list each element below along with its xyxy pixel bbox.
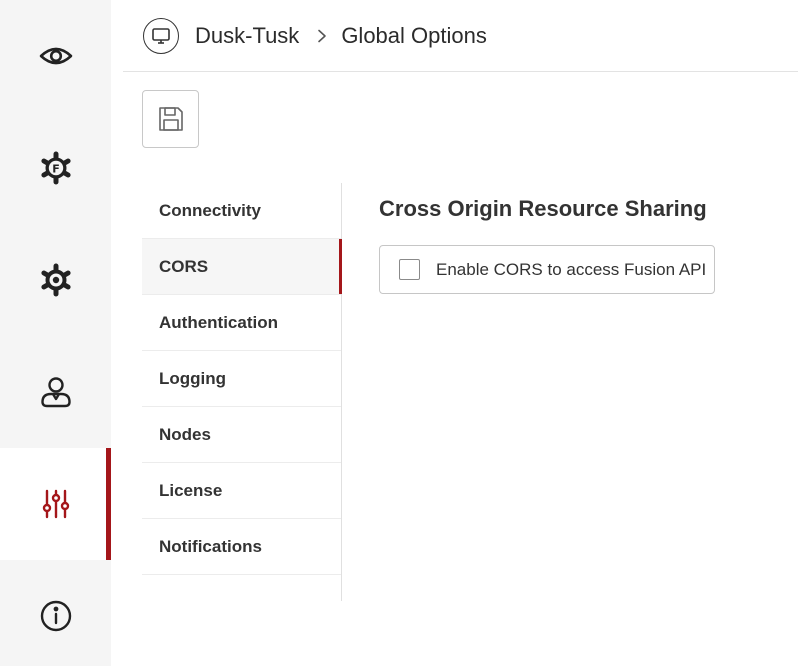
- page-title: Global Options: [341, 22, 487, 48]
- save-button[interactable]: [142, 90, 199, 148]
- settings-nav-item-license[interactable]: License: [142, 463, 341, 519]
- breadcrumb-separator: [317, 29, 327, 43]
- rail-item-users[interactable]: [0, 336, 111, 448]
- rail-item-info[interactable]: [0, 560, 111, 666]
- rail-item-global-options[interactable]: [0, 448, 111, 560]
- breadcrumb-app-name[interactable]: Dusk-Tusk: [195, 23, 299, 49]
- settings-nav-item-cors[interactable]: CORS: [142, 239, 342, 295]
- floppy-disk-icon: [158, 107, 183, 131]
- settings-nav-item-connectivity[interactable]: Connectivity: [142, 183, 341, 239]
- cors-enable-checkbox[interactable]: [399, 259, 420, 280]
- monitor-icon: [152, 27, 170, 44]
- gear-icon: [40, 263, 71, 297]
- rail-item-settings[interactable]: [0, 224, 111, 336]
- settings-nav-item-logging[interactable]: Logging: [142, 351, 341, 407]
- info-icon: [40, 600, 71, 632]
- icon-rail: F: [0, 0, 111, 666]
- breadcrumb: Dusk-Tusk Global Options: [123, 0, 798, 72]
- rail-item-overview[interactable]: [0, 0, 111, 112]
- eye-icon: [39, 47, 72, 65]
- app-avatar[interactable]: [143, 17, 179, 54]
- cors-enable-option[interactable]: Enable CORS to access Fusion API: [379, 245, 715, 294]
- sliders-icon: [42, 489, 69, 519]
- settings-nav-item-nodes[interactable]: Nodes: [142, 407, 341, 463]
- cors-enable-label: Enable CORS to access Fusion API: [436, 259, 707, 279]
- rail-item-fusion[interactable]: F: [0, 112, 111, 224]
- fusion-gear-icon: F: [40, 151, 71, 185]
- user-icon: [40, 377, 71, 408]
- svg-text:F: F: [52, 163, 60, 176]
- chevron-right-icon: [318, 29, 327, 42]
- settings-nav-item-authentication[interactable]: Authentication: [142, 295, 341, 351]
- settings-nav-item-notifications[interactable]: Notifications: [142, 519, 341, 575]
- settings-nav: Connectivity CORS Authentication Logging…: [142, 183, 342, 601]
- section-title: Cross Origin Resource Sharing: [379, 196, 707, 221]
